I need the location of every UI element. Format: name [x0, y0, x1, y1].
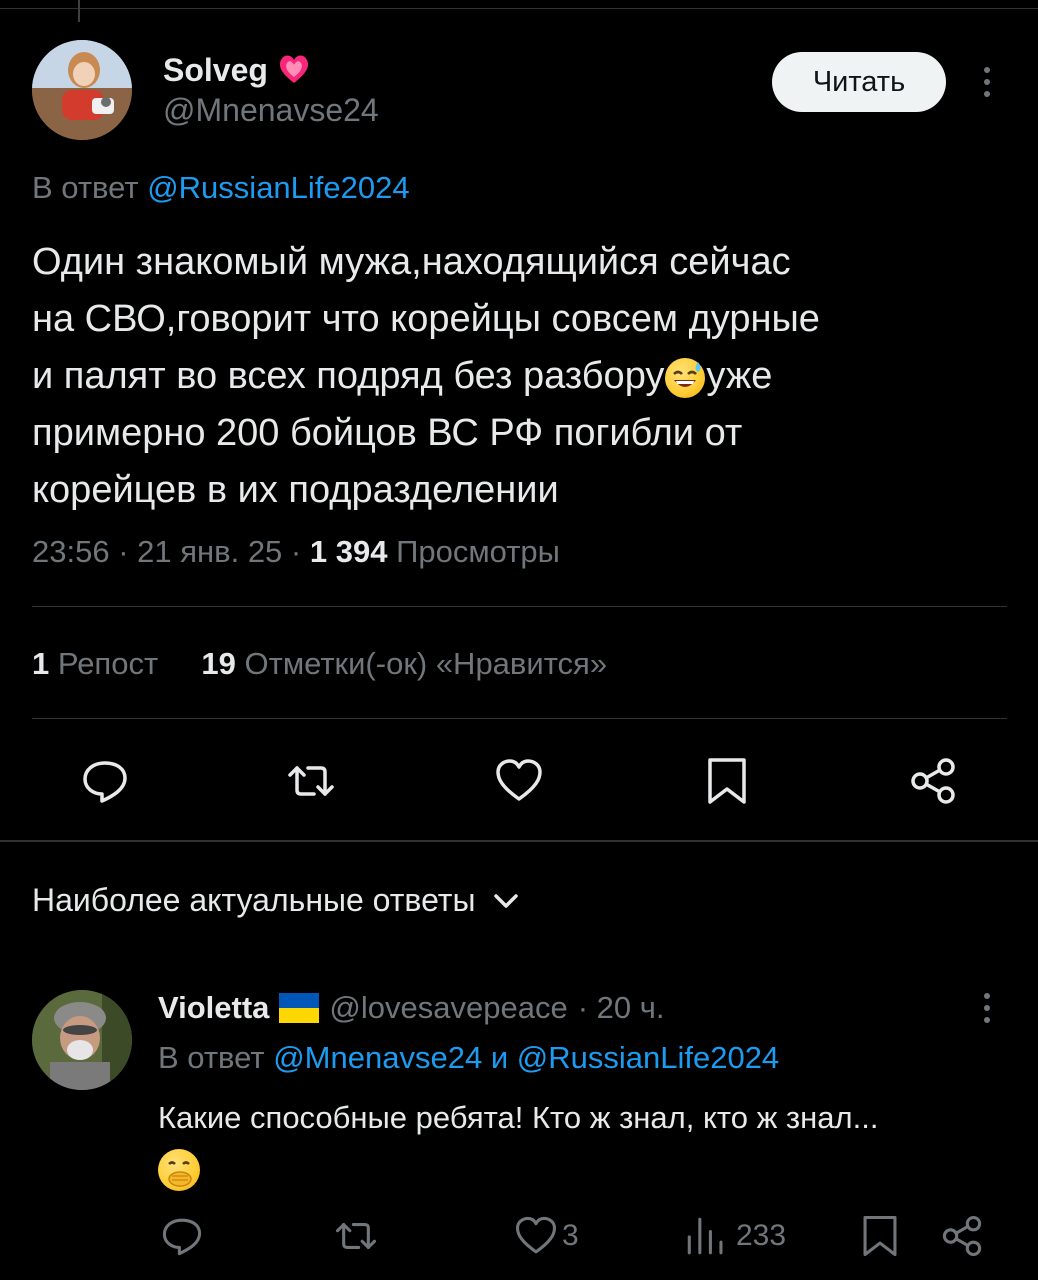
reply-icon[interactable]	[160, 1214, 204, 1258]
sweat-smile-emoji-icon	[665, 357, 706, 398]
tweet-line-text: и палят во всех подряд без разбору	[32, 355, 665, 397]
views-count: 1 394	[309, 534, 388, 569]
reply-context: В ответ @RussianLife2024	[32, 170, 410, 206]
reposts-label[interactable]: Репост	[58, 646, 158, 681]
mention-link[interactable]: @RussianLife2024	[147, 170, 409, 205]
tweet-timestamp[interactable]: 23:56 · 21 янв. 25 ·	[32, 534, 301, 569]
thread-line	[78, 0, 80, 22]
section-divider	[0, 840, 1038, 842]
retweet-icon[interactable]	[286, 756, 336, 806]
mention-link[interactable]: @RussianLife2024	[517, 1040, 779, 1075]
more-icon[interactable]	[972, 978, 1002, 1038]
face-with-hand-over-mouth-emoji-icon	[158, 1148, 200, 1191]
tweet-text: Один знакомый мужа,находящийся сейчас на…	[32, 234, 992, 519]
mention-link[interactable]: @Mnenavse24	[273, 1040, 482, 1075]
avatar[interactable]	[32, 40, 132, 140]
views-icon[interactable]	[684, 1214, 728, 1258]
mention-conjunction: и	[490, 1040, 509, 1075]
replies-sort-toggle[interactable]: Наиболее актуальные ответы	[32, 882, 521, 919]
display-name[interactable]: Violetta	[158, 990, 269, 1026]
tweet-meta: 23:56 · 21 янв. 25 · 1 394 Просмотры	[32, 534, 560, 570]
bookmark-icon[interactable]	[702, 756, 752, 806]
share-icon[interactable]	[940, 1214, 984, 1258]
like-icon[interactable]	[514, 1214, 558, 1258]
tweet-line-text: уже	[706, 355, 773, 397]
heart-icon	[279, 55, 308, 83]
ukraine-flag-icon	[279, 993, 320, 1023]
handle[interactable]: @Mnenavse24	[163, 92, 379, 129]
tweet-stats: 1 Репост 19 Отметки(-ок) «Нравится»	[32, 646, 607, 682]
chevron-down-icon[interactable]	[491, 886, 521, 916]
divider	[32, 718, 1007, 719]
likes-count: 3	[562, 1219, 579, 1252]
reply-text-line: Какие способные ребята! Кто ж знал, кто …	[158, 1100, 879, 1135]
retweet-icon[interactable]	[334, 1214, 378, 1258]
handle[interactable]: @lovesavepeace	[329, 990, 567, 1026]
like-icon[interactable]	[494, 756, 544, 806]
reply-prefix: В ответ	[32, 170, 139, 205]
likes-label[interactable]: Отметки(-ок) «Нравится»	[245, 646, 608, 681]
reposts-count[interactable]: 1	[32, 646, 49, 681]
display-name[interactable]: Solveg	[163, 52, 311, 89]
display-name-text[interactable]: Solveg	[163, 52, 268, 88]
likes-count[interactable]: 19	[201, 646, 235, 681]
views-button[interactable]: 233	[684, 1214, 786, 1258]
reply-text: Какие способные ребята! Кто ж знал, кто …	[158, 1094, 878, 1192]
tweet-line: примерно 200 бойцов ВС РФ погибли от	[32, 412, 743, 454]
like-button[interactable]: 3	[514, 1214, 579, 1258]
tweet-line: и палят во всех подряд без разбору уже	[32, 348, 992, 405]
divider	[32, 606, 1007, 607]
views-count: 233	[736, 1219, 787, 1252]
more-icon[interactable]	[972, 52, 1002, 112]
views-label: Просмотры	[396, 534, 560, 569]
bookmark-icon[interactable]	[858, 1214, 902, 1258]
replies-section-title[interactable]: Наиболее актуальные ответы	[32, 882, 475, 919]
reply-header: Violetta @lovesavepeace · 20 ч.	[158, 990, 665, 1026]
top-divider	[0, 8, 1038, 9]
reply-icon[interactable]	[80, 756, 130, 806]
reply-prefix: В ответ	[158, 1040, 265, 1075]
tweet-line: на СВО,говорит что корейцы совсем дурные	[32, 298, 820, 340]
reply-context: В ответ @Mnenavse24 и @RussianLife2024	[158, 1040, 779, 1076]
avatar[interactable]	[32, 990, 132, 1090]
tweet-line: корейцев в их подразделении	[32, 469, 559, 511]
tweet-line: Один знакомый мужа,находящийся сейчас	[32, 241, 791, 283]
follow-button[interactable]: Читать	[772, 52, 946, 112]
reply-timestamp[interactable]: · 20 ч.	[578, 990, 665, 1026]
share-icon[interactable]	[908, 756, 958, 806]
